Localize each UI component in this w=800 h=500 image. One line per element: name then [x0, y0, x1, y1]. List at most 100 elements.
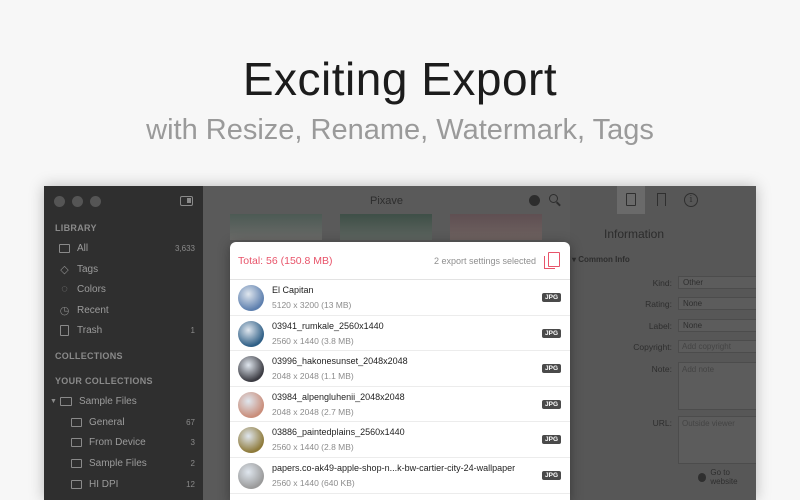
export-popover-header: Total: 56 (150.8 MB) 2 export settings s… — [230, 242, 570, 280]
file-format-badge: JPG — [542, 471, 562, 480]
url-field[interactable]: Outside viewer — [678, 416, 756, 464]
sidebar-item-count: 2 — [190, 458, 195, 468]
file-thumbnail — [238, 356, 264, 383]
file-name: El Capitan — [272, 285, 314, 295]
search-icon[interactable] — [549, 194, 558, 203]
sidebar-item-label: Recent — [77, 304, 109, 316]
sidebar-item-label: Trash — [77, 324, 103, 336]
file-dimensions: 2560 x 1440 (2.8 MB) — [272, 442, 354, 453]
sidebar-item-label: From Device — [89, 436, 146, 448]
image-thumbnail[interactable] — [340, 214, 432, 240]
sidebar-item-label: All — [77, 242, 89, 254]
tab-document[interactable] — [617, 186, 645, 214]
rating-select[interactable]: None — [678, 297, 756, 310]
sidebar-item-label: Tags — [77, 263, 99, 275]
your-collections-section-title[interactable]: YOUR COLLECTIONS — [55, 376, 153, 386]
export-file-row[interactable]: 03984_alpengluhenii_2048x2048 2048 x 2048… — [230, 387, 570, 423]
export-total: Total: 56 (150.8 MB) — [238, 255, 333, 267]
go-to-website-label: Go to website — [710, 468, 738, 486]
inspector-tabs: i — [570, 186, 756, 214]
collection-icon — [70, 416, 83, 429]
file-thumbnail — [238, 391, 264, 418]
library-section-title: LIBRARY — [55, 223, 97, 233]
sidebar-item-from-device[interactable]: From Device 3 — [70, 433, 195, 451]
clock-icon: ◷ — [59, 304, 70, 317]
export-popover: Total: 56 (150.8 MB) 2 export settings s… — [230, 242, 570, 500]
document-icon — [626, 193, 636, 206]
file-format-badge: JPG — [542, 364, 562, 374]
export-file-row[interactable]: El Capitan 5120 x 3200 (13 MB) JPG — [230, 280, 570, 316]
go-to-website-button[interactable]: Go to website — [698, 468, 756, 486]
sidebar-item-general[interactable]: General 67 — [70, 413, 195, 431]
headline: Exciting Export — [242, 53, 558, 105]
export-copy-icon[interactable] — [544, 252, 560, 269]
collections-section-title[interactable]: COLLECTIONS — [55, 351, 123, 361]
tray-icon — [58, 242, 71, 255]
sidebar-item-hi-dpi[interactable]: HI DPI 12 — [70, 475, 195, 493]
info-icon[interactable]: i — [684, 193, 698, 207]
image-thumbnail[interactable] — [450, 214, 542, 240]
file-dimensions: 2048 x 2048 (2.7 MB) — [272, 406, 354, 417]
file-thumbnail — [238, 427, 264, 454]
file-name: 03941_rumkale_2560x1440 — [272, 320, 384, 331]
file-format-badge: JPG — [542, 293, 562, 302]
inspector-panel: i Information ▾ Common Info Kind: Other … — [570, 186, 756, 500]
export-file-row[interactable]: 03886_paintedplains_2560x1440 2560 x 1440… — [230, 422, 570, 458]
export-file-row[interactable]: 03941_rumkale_2560x1440 2560 x 1440 (3.8 … — [230, 316, 570, 352]
window-controls — [54, 196, 101, 207]
common-info-section[interactable]: ▾ Common Info — [572, 255, 630, 264]
disclosure-triangle-icon[interactable]: ▼ — [50, 398, 57, 405]
compass-icon[interactable] — [529, 195, 540, 206]
file-format-badge: JPG — [542, 328, 562, 338]
sidebar-item-tags[interactable]: ◇ Tags — [58, 260, 195, 278]
sidebar-item-all[interactable]: All 3,633 — [58, 239, 195, 257]
sidebar-item-count: 12 — [186, 479, 195, 489]
rating-label: Rating: — [645, 299, 672, 309]
export-file-row[interactable]: papers.co-ak49-apple-shop-n...k-bw-carti… — [230, 458, 570, 494]
sidebar: LIBRARY All 3,633 ◇ Tags ◌ Colors ◷ Rece… — [44, 186, 203, 500]
file-name: 03996_hakonesunset_2048x2048 — [272, 356, 408, 367]
zoom-button[interactable] — [90, 196, 101, 207]
file-dimensions: 2048 x 2048 (1.1 MB) — [272, 371, 354, 382]
copyright-label: Copyright: — [633, 342, 672, 352]
sidebar-item-trash[interactable]: Trash 1 — [58, 321, 195, 339]
file-format-badge: JPG — [542, 399, 562, 409]
folder-icon — [60, 395, 73, 408]
sidebar-item-recent[interactable]: ◷ Recent — [58, 301, 195, 319]
note-field[interactable]: Add note — [678, 362, 756, 410]
section-label: Common Info — [578, 255, 630, 264]
export-settings-summary: 2 export settings selected — [433, 256, 536, 266]
copyright-field[interactable]: Add copyright — [678, 340, 756, 353]
sidebar-item-label: General — [89, 416, 125, 428]
file-thumbnail — [238, 285, 264, 311]
note-label: Note: — [651, 364, 672, 374]
sidebar-item-count: 67 — [186, 417, 195, 427]
sidebar-item-label: Colors — [77, 283, 106, 295]
kind-label: Kind: — [652, 278, 672, 288]
close-button[interactable] — [54, 196, 65, 207]
arrow-circle-icon — [698, 472, 707, 482]
file-name: 03886_paintedplains_2560x1440 — [272, 427, 405, 438]
sidebar-toggle-icon[interactable] — [180, 196, 193, 206]
window-title: Pixave — [369, 195, 404, 207]
minimize-button[interactable] — [72, 196, 83, 207]
trash-icon — [58, 324, 71, 337]
file-dimensions: 5120 x 3200 (13 MB) — [272, 300, 352, 310]
sidebar-item-label: Sample Files — [89, 457, 147, 469]
image-thumbnail[interactable] — [230, 214, 322, 240]
file-thumbnail — [238, 320, 264, 347]
file-name: papers.co-ak49-apple-shop-n...k-bw-carti… — [272, 463, 516, 473]
sidebar-item-colors[interactable]: ◌ Colors — [58, 280, 195, 298]
sidebar-item-count: 3 — [190, 437, 195, 447]
sidebar-item-label: Sample Files — [78, 395, 137, 407]
file-format-badge: JPG — [542, 435, 562, 445]
sidebar-folder-sample-files[interactable]: ▼ Sample Files — [50, 392, 187, 410]
bookmark-icon[interactable] — [657, 193, 666, 206]
label-select[interactable]: None — [678, 319, 756, 332]
sidebar-item-sample-files[interactable]: Sample Files 2 — [70, 454, 195, 472]
file-name: 03984_alpengluhenii_2048x2048 — [272, 391, 405, 402]
url-label: URL: — [652, 418, 672, 428]
file-dimensions: 2560 x 1440 (640 KB) — [272, 478, 355, 488]
kind-select[interactable]: Other — [678, 276, 756, 289]
export-file-row[interactable]: 03996_hakonesunset_2048x2048 2048 x 2048 … — [230, 351, 570, 387]
